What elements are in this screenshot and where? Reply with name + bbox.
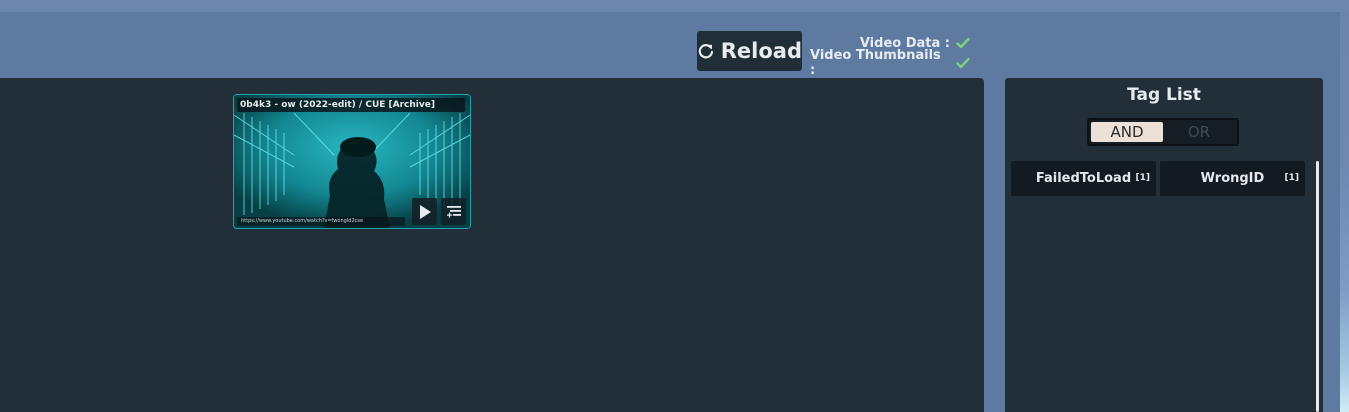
- top-strip: [0, 0, 1349, 12]
- video-grid-panel: [0, 78, 984, 412]
- play-button[interactable]: [412, 198, 437, 225]
- check-icon: [956, 57, 970, 69]
- tag-list-scrollbar[interactable]: [1316, 161, 1319, 412]
- reload-label: Reload: [720, 39, 802, 63]
- status-video-thumbnails: Video Thumbnails :: [810, 48, 970, 78]
- reload-button[interactable]: Reload: [697, 31, 802, 71]
- tag-name: FailedToLoad: [1035, 171, 1132, 186]
- load-status: Video Data : Video Thumbnails :: [810, 33, 970, 78]
- tag-mode-toggle[interactable]: AND OR: [1087, 118, 1239, 146]
- video-card[interactable]: 0b4k3 - ow (2022-edit) / CUE [Archive] h…: [233, 94, 471, 229]
- queue-icon: [446, 205, 461, 218]
- mode-or-option[interactable]: OR: [1163, 122, 1235, 142]
- tag-count: [1]: [1284, 173, 1300, 183]
- tag-count: [1]: [1135, 173, 1151, 183]
- play-icon: [419, 204, 431, 219]
- tag-item[interactable]: WrongID [1]: [1160, 161, 1305, 196]
- mode-and-option[interactable]: AND: [1091, 122, 1163, 142]
- video-url: https://www.youtube.com/watch?v=fwongId2…: [237, 217, 405, 226]
- reload-icon: [698, 44, 714, 59]
- tag-list-panel: Tag List AND OR FailedToLoad [1] WrongID…: [1005, 78, 1323, 412]
- check-icon: [956, 37, 970, 49]
- video-title: 0b4k3 - ow (2022-edit) / CUE [Archive]: [237, 98, 465, 112]
- tag-item[interactable]: FailedToLoad [1]: [1011, 161, 1156, 196]
- add-to-queue-button[interactable]: [441, 198, 466, 225]
- tag-name: WrongID: [1200, 171, 1265, 186]
- status-label: Video Thumbnails :: [810, 48, 941, 78]
- tag-list-title: Tag List: [1127, 85, 1201, 105]
